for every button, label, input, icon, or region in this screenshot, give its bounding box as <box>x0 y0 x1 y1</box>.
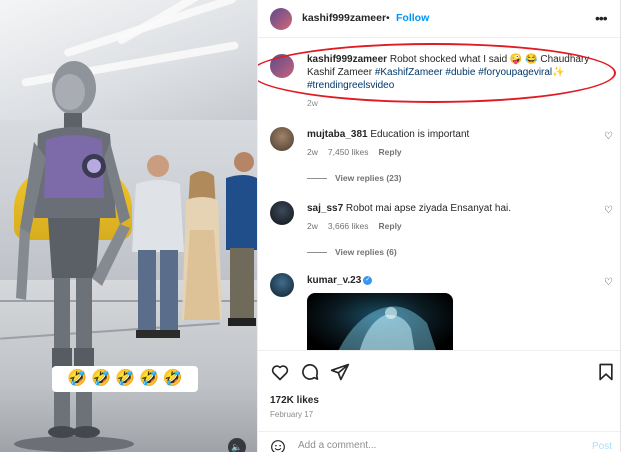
heart-icon[interactable]: ♡ <box>604 277 613 288</box>
bookmark-icon[interactable] <box>596 362 616 382</box>
post-video[interactable]: 🤣 🤣 🤣 🤣 🤣 🔈 <box>0 0 257 452</box>
caption-timestamp: 2w <box>307 98 318 108</box>
comments-list[interactable]: kashif999zameer Robot shocked what I sai… <box>258 38 621 350</box>
xray-figure <box>338 306 436 350</box>
comment-likes[interactable]: 3,666 likes <box>328 221 369 231</box>
comment-video-thumbnail[interactable] <box>307 293 453 350</box>
video-person-right <box>226 152 257 326</box>
likes-count[interactable]: 172K likes <box>270 395 319 406</box>
comment-time: 2w <box>307 221 318 231</box>
rofl-emoji: 🤣 <box>162 370 183 387</box>
highlight-ellipse <box>258 43 616 103</box>
comment-text: saj_ss7 Robot mai apse ziyada Ensanyat h… <box>307 203 511 214</box>
view-replies-button[interactable]: View replies (6) <box>307 247 397 257</box>
comment-body: Education is important <box>367 129 470 140</box>
add-comment-bar: Post <box>258 431 621 452</box>
verified-icon: ✓ <box>363 275 373 285</box>
video-person-woman <box>182 171 222 320</box>
rofl-emoji: 🤣 <box>67 370 88 387</box>
post-date: February 17 <box>270 410 314 419</box>
reply-button[interactable]: Reply <box>379 147 402 157</box>
comment-likes[interactable]: 7,450 likes <box>328 147 369 157</box>
comment-meta: 2w 7,450 likes Reply <box>307 147 402 157</box>
view-replies-label: View replies (6) <box>335 247 397 257</box>
heart-icon[interactable]: ♡ <box>604 131 613 142</box>
reply-button[interactable]: Reply <box>379 221 402 231</box>
view-replies-line <box>307 177 327 179</box>
header-separator: • <box>386 12 390 24</box>
commenter-username[interactable]: kumar_v.23 <box>307 275 361 286</box>
mute-icon[interactable]: 🔈 <box>228 438 246 452</box>
more-options-icon[interactable]: ••• <box>595 10 608 26</box>
view-replies-label: View replies (23) <box>335 173 402 183</box>
comment-input[interactable] <box>298 440 568 451</box>
author-username[interactable]: kashif999zameer <box>302 12 386 24</box>
post-actions: 172K likes February 17 Post <box>258 350 621 452</box>
comment-text: kumar_v.23 ✓ <box>307 275 373 286</box>
comment-text: mujtaba_381 Education is important <box>307 129 469 140</box>
commenter-avatar[interactable] <box>270 127 294 151</box>
commenter-avatar[interactable] <box>270 273 294 297</box>
share-icon[interactable] <box>330 362 350 382</box>
comment-time: 2w <box>307 147 318 157</box>
rofl-emoji: 🤣 <box>91 370 112 387</box>
view-replies-line <box>307 251 327 253</box>
rofl-emoji: 🤣 <box>138 370 159 387</box>
emoji-icon[interactable] <box>270 439 286 452</box>
view-replies-button[interactable]: View replies (23) <box>307 173 401 183</box>
post-header: kashif999zameer • Follow ••• <box>258 0 621 38</box>
emoji-overlay: 🤣 🤣 🤣 🤣 🤣 <box>52 366 198 392</box>
post-panel: kashif999zameer • Follow ••• kashif999za… <box>257 0 621 452</box>
page-edge <box>620 0 630 452</box>
instagram-post-window: 🤣 🤣 🤣 🤣 🤣 🔈 kashif999zameer • Follow •••… <box>0 0 630 452</box>
heart-icon[interactable]: ♡ <box>604 205 613 216</box>
comment-meta: 2w 3,666 likes Reply <box>307 221 402 231</box>
commenter-username[interactable]: saj_ss7 <box>307 203 343 214</box>
rofl-emoji: 🤣 <box>115 370 135 387</box>
comment-icon[interactable] <box>300 362 320 382</box>
author-avatar[interactable] <box>270 8 292 30</box>
commenter-avatar[interactable] <box>270 201 294 225</box>
heart-icon[interactable] <box>270 362 290 382</box>
follow-button[interactable]: Follow <box>396 12 429 24</box>
humanoid-robot <box>14 61 134 452</box>
comment-body: Robot mai apse ziyada Ensanyat hai. <box>343 203 512 214</box>
post-comment-button[interactable]: Post <box>592 441 612 452</box>
commenter-username[interactable]: mujtaba_381 <box>307 129 368 140</box>
